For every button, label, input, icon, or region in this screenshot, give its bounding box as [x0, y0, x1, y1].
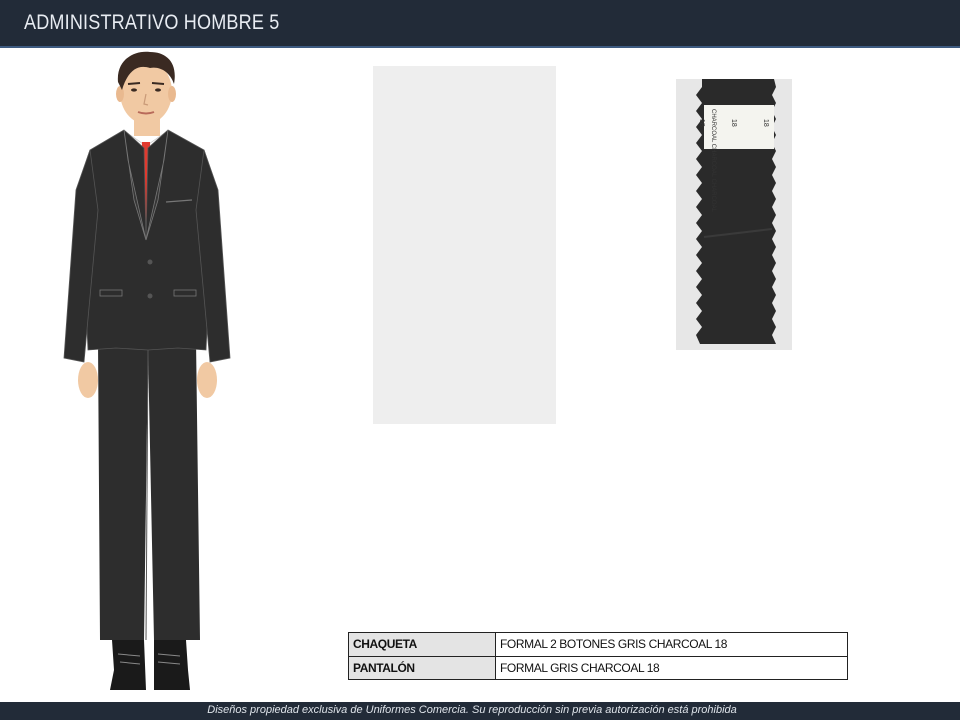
spec-value-chaqueta: FORMAL 2 BOTONES GRIS CHARCOAL 18 [495, 632, 848, 657]
garment-spec-table: CHAQUETA FORMAL 2 BOTONES GRIS CHARCOAL … [348, 632, 848, 680]
spec-label-chaqueta: CHAQUETA [348, 632, 496, 657]
table-row: CHAQUETA FORMAL 2 BOTONES GRIS CHARCOAL … [348, 632, 848, 657]
swatch-label-number: 18 [730, 119, 737, 127]
suit-figure-illustration [63, 51, 231, 690]
swatch-label-number: 18 [762, 119, 769, 127]
swatch-label-number: 18 [698, 119, 705, 127]
page-title: ADMINISTRATIVO HOMBRE 5 [24, 11, 280, 34]
footer-bar: Diseños propiedad exclusiva de Uniformes… [0, 702, 960, 720]
image-placeholder [373, 66, 556, 424]
swatch-label-text: CHARCOAL CHARCOAL CHARCOAL [710, 109, 716, 213]
table-row: PANTALÓN FORMAL GRIS CHARCOAL 18 [348, 655, 848, 680]
copyright-notice: Diseños propiedad exclusiva de Uniformes… [207, 704, 737, 716]
fabric-swatch-image: CHARCOAL CHARCOAL CHARCOAL 18 18 18 [676, 79, 792, 350]
spec-value-pantalon: FORMAL GRIS CHARCOAL 18 [495, 655, 848, 680]
spec-label-pantalon: PANTALÓN [348, 655, 496, 680]
title-bar: ADMINISTRATIVO HOMBRE 5 [0, 0, 960, 48]
